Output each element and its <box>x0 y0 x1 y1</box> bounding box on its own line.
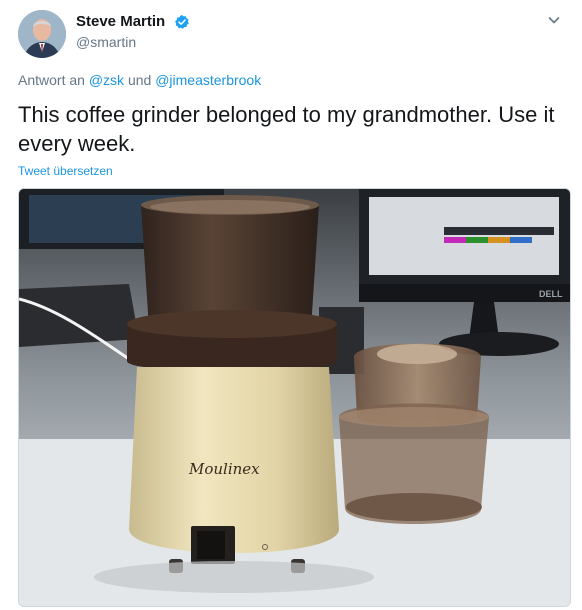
tweet-text: This coffee grinder belonged to my grand… <box>18 102 555 156</box>
keyboard <box>19 284 139 347</box>
grinder-brand-label: Moulinex <box>188 460 260 478</box>
author-handle[interactable]: @smartin <box>76 34 190 50</box>
grinder: Moulinex <box>127 195 339 573</box>
tweet-media-photo[interactable]: DELL Moulinex <box>18 188 571 607</box>
author-name-block: Steve Martin @smartin <box>76 13 190 50</box>
user-avatar-icon <box>18 10 66 58</box>
reply-mention-link[interactable]: @zsk <box>89 72 124 88</box>
verified-badge-icon <box>174 14 189 29</box>
reply-prefix: Antwort an <box>18 72 85 88</box>
tweet-header: Steve Martin @smartin <box>18 8 568 58</box>
monitor-brand-label: DELL <box>539 289 563 299</box>
coffee-grinder-photo: DELL Moulinex <box>19 189 570 606</box>
transparent-grinder-cup <box>339 343 489 524</box>
chevron-down-icon[interactable] <box>546 12 562 28</box>
reply-mention-link[interactable]: @jimeasterbrook <box>155 72 261 88</box>
author-display-name[interactable]: Steve Martin <box>76 13 165 30</box>
reply-joiner: und <box>127 72 152 88</box>
author-avatar[interactable] <box>18 10 66 58</box>
reply-context: Antwort an @zsk und @jimeasterbrook <box>18 72 261 88</box>
translate-tweet-link[interactable]: Tweet übersetzen <box>18 164 113 178</box>
